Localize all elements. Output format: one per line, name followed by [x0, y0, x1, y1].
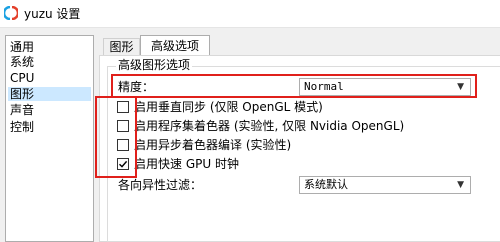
sidebar-item-system[interactable]: 系统: [10, 55, 34, 69]
groupbox-title: 高级图形选项: [116, 58, 193, 72]
window-title: yuzu 设置: [24, 7, 81, 21]
vsync-label: 启用垂直同步 (仅限 OpenGL 模式): [134, 100, 323, 114]
title-bar: yuzu 设置: [0, 0, 500, 28]
anisotropic-filtering-label: 各向异性过滤：: [118, 178, 203, 192]
sidebar-item-general[interactable]: 通用: [10, 40, 34, 54]
annotation-highlight-checkboxes: [95, 96, 137, 178]
tab-advanced[interactable]: 高级选项: [140, 35, 210, 56]
anisotropic-filtering-dropdown[interactable]: 系统默认 ▼: [299, 176, 471, 194]
assembly-shaders-label: 启用程序集着色器 (实验性, 仅限 Nvidia OpenGL): [134, 119, 405, 133]
sidebar-item-cpu[interactable]: CPU: [10, 71, 34, 85]
async-shaders-label: 启用异步着色器编译 (实验性): [134, 138, 292, 152]
settings-category-list[interactable]: 通用 系统 CPU 图形 声音 控制: [5, 35, 94, 242]
chevron-down-icon: ▼: [457, 180, 464, 190]
anisotropic-filtering-value: 系统默认: [304, 178, 348, 191]
tab-graphics[interactable]: 图形: [103, 38, 140, 55]
annotation-highlight-accuracy: [111, 74, 477, 98]
sidebar-item-audio[interactable]: 声音: [10, 103, 34, 117]
yuzu-logo-icon: [4, 6, 18, 20]
fast-gpu-time-label: 启用快速 GPU 时钟: [134, 157, 239, 171]
sidebar-item-graphics[interactable]: 图形: [8, 87, 91, 101]
sidebar-item-controls[interactable]: 控制: [10, 120, 34, 134]
